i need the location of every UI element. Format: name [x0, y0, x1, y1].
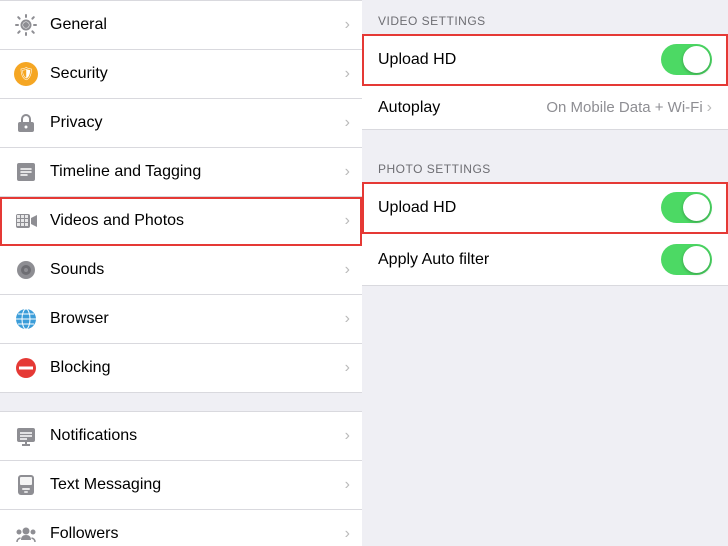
sidebar-item-notifications[interactable]: Notifications ›	[0, 411, 362, 461]
sidebar-item-videos-label: Videos and Photos	[50, 212, 341, 230]
sidebar-item-blocking[interactable]: Blocking ›	[0, 344, 362, 393]
sidebar-item-followers-label: Followers	[50, 525, 341, 543]
auto-filter-row: Apply Auto filter	[362, 234, 728, 286]
shield-icon: 🛡	[12, 60, 40, 88]
auto-filter-toggle[interactable]	[661, 244, 712, 275]
menu-group-1: General › 🛡 Security › Privacy ›	[0, 0, 362, 393]
video-icon	[12, 207, 40, 235]
autoplay-value: On Mobile Data + Wi-Fi	[546, 99, 702, 116]
timeline-icon	[12, 158, 40, 186]
blocking-icon	[12, 354, 40, 382]
sidebar-item-privacy[interactable]: Privacy ›	[0, 99, 362, 148]
sidebar-item-browser-label: Browser	[50, 310, 341, 328]
followers-icon	[12, 520, 40, 546]
sidebar-item-sounds[interactable]: Sounds ›	[0, 246, 362, 295]
sidebar-item-sounds-label: Sounds	[50, 261, 341, 279]
sidebar-item-privacy-label: Privacy	[50, 114, 341, 132]
chevron-icon: ›	[345, 359, 350, 377]
privacy-icon	[12, 109, 40, 137]
video-settings-group: VIDEO SETTINGS Upload HD Autoplay On Mob…	[362, 0, 728, 130]
sidebar-item-notifications-label: Notifications	[50, 427, 341, 445]
sidebar-item-timeline-label: Timeline and Tagging	[50, 163, 341, 181]
texting-icon	[12, 471, 40, 499]
chevron-icon: ›	[345, 114, 350, 132]
chevron-icon: ›	[345, 310, 350, 328]
sidebar-item-browser[interactable]: Browser ›	[0, 295, 362, 344]
photo-upload-hd-row: Upload HD	[362, 182, 728, 234]
spacer-right-1	[362, 130, 728, 148]
notifications-icon	[12, 422, 40, 450]
chevron-icon: ›	[345, 65, 350, 83]
gear-icon	[12, 11, 40, 39]
video-upload-hd-label: Upload HD	[378, 51, 661, 69]
menu-group-2: Notifications › Text Messaging ›	[0, 411, 362, 546]
chevron-icon: ›	[345, 16, 350, 34]
right-panel: VIDEO SETTINGS Upload HD Autoplay On Mob…	[362, 0, 728, 546]
chevron-icon: ›	[345, 525, 350, 543]
photo-settings-header: PHOTO SETTINGS	[362, 148, 728, 182]
sidebar-item-security[interactable]: 🛡 Security ›	[0, 50, 362, 99]
chevron-icon: ›	[345, 476, 350, 494]
video-settings-header: VIDEO SETTINGS	[362, 0, 728, 34]
sidebar-item-texting[interactable]: Text Messaging ›	[0, 461, 362, 510]
video-upload-hd-row: Upload HD	[362, 34, 728, 86]
chevron-icon: ›	[345, 261, 350, 279]
sidebar-item-timeline[interactable]: Timeline and Tagging ›	[0, 148, 362, 197]
photo-upload-hd-toggle[interactable]	[661, 192, 712, 223]
spacer-1	[0, 393, 362, 411]
photo-settings-group: PHOTO SETTINGS Upload HD Apply Auto filt…	[362, 148, 728, 286]
chevron-icon: ›	[707, 99, 712, 117]
sidebar-item-security-label: Security	[50, 65, 341, 83]
chevron-icon: ›	[345, 163, 350, 181]
sounds-icon	[12, 256, 40, 284]
sidebar-item-general[interactable]: General ›	[0, 0, 362, 50]
globe-icon	[12, 305, 40, 333]
autoplay-row[interactable]: Autoplay On Mobile Data + Wi-Fi ›	[362, 86, 728, 130]
chevron-icon: ›	[345, 212, 350, 230]
chevron-icon: ›	[345, 427, 350, 445]
video-upload-hd-toggle[interactable]	[661, 44, 712, 75]
photo-upload-hd-label: Upload HD	[378, 199, 661, 217]
sidebar-item-texting-label: Text Messaging	[50, 476, 341, 494]
sidebar-item-blocking-label: Blocking	[50, 359, 341, 377]
sidebar-item-followers[interactable]: Followers ›	[0, 510, 362, 546]
sidebar-item-videos[interactable]: Videos and Photos ›	[0, 197, 362, 246]
sidebar-item-general-label: General	[50, 16, 341, 34]
left-panel: General › 🛡 Security › Privacy ›	[0, 0, 362, 546]
auto-filter-label: Apply Auto filter	[378, 251, 661, 269]
autoplay-label: Autoplay	[378, 99, 546, 117]
